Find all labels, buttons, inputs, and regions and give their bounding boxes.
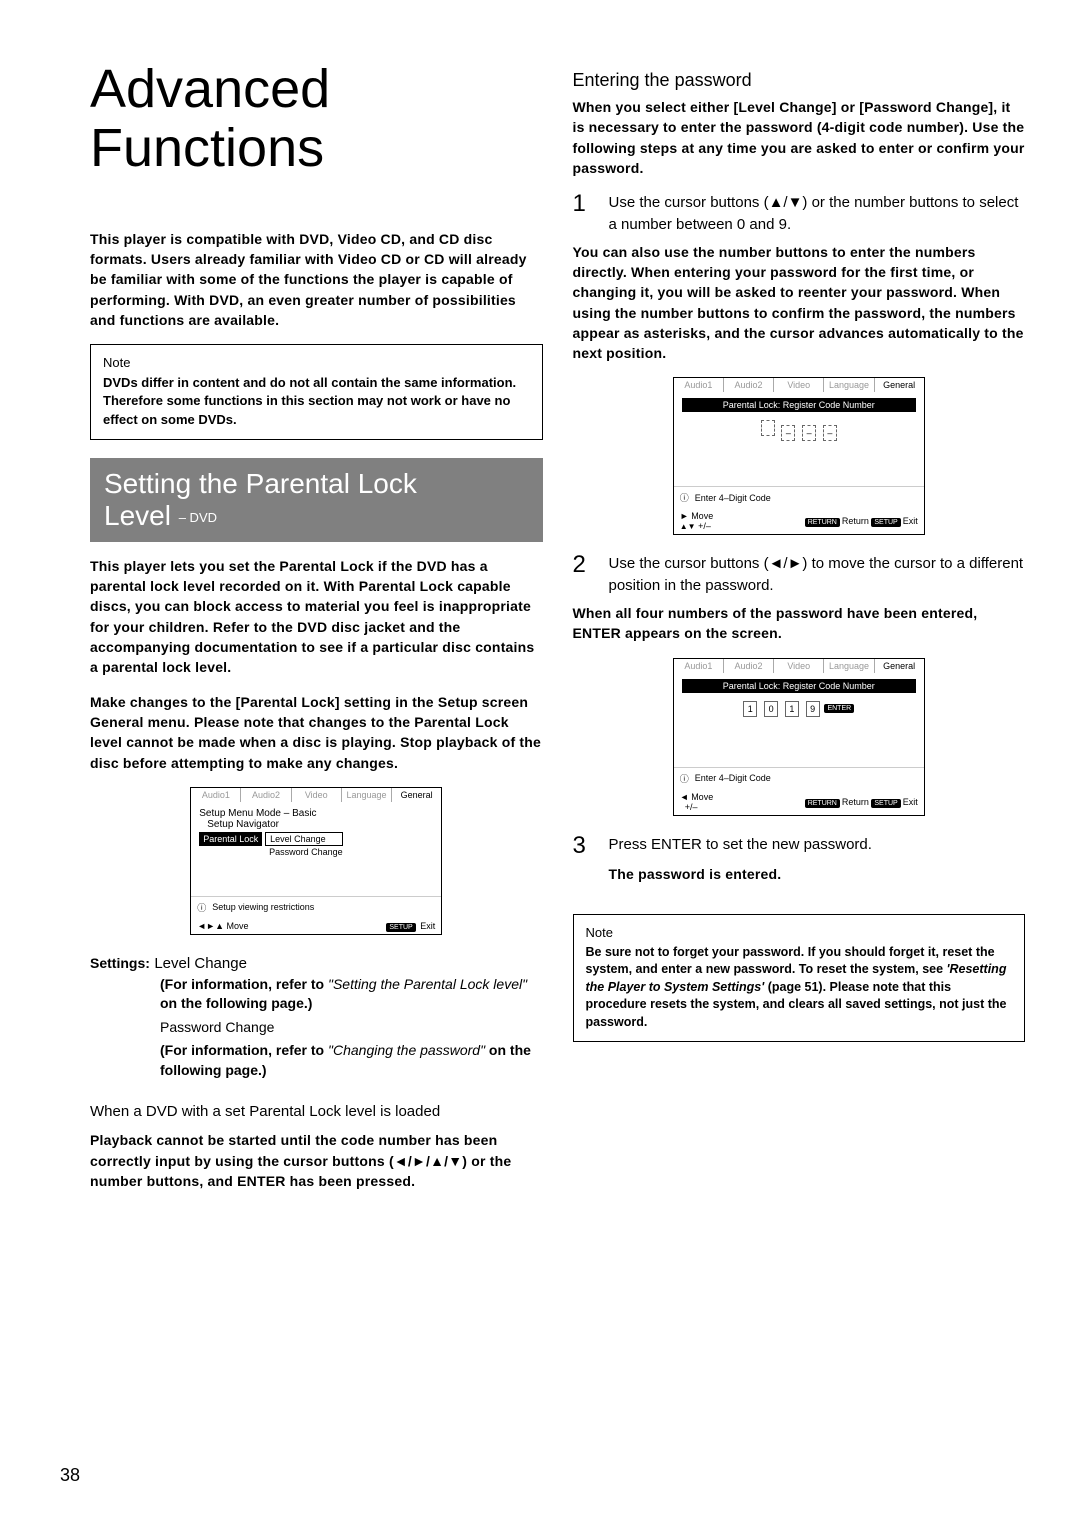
step-3-num: 3 [573,834,595,858]
info-icon: ⓘ [197,901,206,914]
parental-para2: Make changes to the [Parental Lock] sett… [90,692,543,773]
ui-diagram-1: Audio1 Audio2 Video Language General Set… [190,787,442,935]
section-line2b: – DVD [179,510,217,525]
ui1-tab: Video [292,788,342,802]
step-1-body: Use the cursor buttons (▲/▼) or the numb… [609,192,1026,236]
digit-box: – [781,425,795,441]
ui1-exit: Exit [420,921,435,931]
digit-box [761,420,775,436]
ui2-return-chip: RETURN [805,518,840,527]
step-2-num: 2 [573,553,595,577]
info-icon: ⓘ [680,772,689,785]
right-intro: When you select either [Level Change] or… [573,97,1026,178]
arrow-icon: ► [680,511,689,521]
ui2-tab: Language [824,378,874,392]
ui2-tab: Video [774,378,824,392]
page-title: Advanced Functions [90,60,543,179]
ui3-tab: Video [774,659,824,673]
arrow-icons: ◄►▲ [197,921,224,931]
ui2-tab: Audio1 [674,378,724,392]
note-label: Note [103,355,530,370]
note2-a: Be sure not to forget your password. If … [586,945,995,977]
section-banner: Setting the Parental Lock Level – DVD [90,458,543,542]
ui2-tab-active: General [875,378,924,392]
ui3-enter-chip: ENTER [824,704,854,713]
ui3-bar: Parental Lock: Register Code Number [682,679,916,693]
step-3-body: Press ENTER to set the new password. [609,834,1026,856]
ui3-setup-chip: SETUP [871,799,900,808]
section-line1: Setting the Parental Lock [104,468,529,500]
settings-item1-name: Level Change [154,955,247,972]
ui2-info: Enter 4–Digit Code [695,493,771,503]
digit-box: 9 [806,701,820,717]
ui3-tab-active: General [875,659,924,673]
info-icon: ⓘ [680,491,689,504]
settings-heading: Settings: [90,955,150,971]
ui1-move: Move [227,921,249,931]
note-box-1: Note DVDs differ in content and do not a… [90,344,543,440]
note-box-2: Note Be sure not to forget your password… [573,914,1026,1043]
digit-box: 0 [764,701,778,717]
ui3-tab: Audio1 [674,659,724,673]
section-line2a: Level [104,500,171,531]
ui3-tab: Audio2 [724,659,774,673]
step-1-num: 1 [573,192,595,216]
ui2-tab: Audio2 [724,378,774,392]
ui3-tab: Language [824,659,874,673]
ui3-exit: Exit [903,797,918,807]
ui2-bar: Parental Lock: Register Code Number [682,398,916,412]
updown-icon: ▲▼ [680,522,696,531]
settings-i1-c: on the following page.) [160,995,312,1011]
ui2-exit: Exit [903,516,918,526]
ui1-info: Setup viewing restrictions [212,902,314,912]
ui1-parental-lock: Parental Lock [199,832,262,846]
loaded-heading: When a DVD with a set Parental Lock leve… [90,1101,543,1123]
ui3-return-chip: RETURN [805,799,840,808]
settings-i2-b: "Changing the password" [328,1042,485,1058]
step-2-note: When all four numbers of the password ha… [573,603,1026,644]
ui3-move: Move [691,792,713,802]
note2-label: Note [586,925,1013,940]
step-2-body: Use the cursor buttons (◄/►) to move the… [609,553,1026,597]
settings-i1-b: "Setting the Parental Lock level" [328,976,527,992]
arrow-icon: ◄ [680,792,689,802]
digit-box: 1 [743,701,757,717]
step-1-note: You can also use the number buttons to e… [573,242,1026,364]
intro-paragraph: This player is compatible with DVD, Vide… [90,229,543,330]
ui2-move: Move [691,511,713,521]
ui1-tab: Audio1 [191,788,241,802]
settings-item2-name: Password Change [160,1018,543,1038]
ui3-info: Enter 4–Digit Code [695,773,771,783]
ui2-pm: +/– [698,521,711,531]
digit-box: – [802,425,816,441]
ui1-row1: Setup Menu Mode – Basic [199,808,433,819]
ui3-pm: +/– [685,802,698,812]
digit-box: – [823,425,837,441]
ui1-row2: Setup Navigator [207,819,433,830]
settings-i2-a: (For information, refer to [160,1042,328,1058]
ui1-password-change: Password Change [265,847,343,857]
ui1-tab-active: General [392,788,441,802]
settings-i1-a: (For information, refer to [160,976,328,992]
ui2-setup-chip: SETUP [871,518,900,527]
loaded-para: Playback cannot be started until the cod… [90,1130,543,1191]
note-text: DVDs differ in content and do not all co… [103,374,530,429]
ui-diagram-3: Audio1 Audio2 Video Language General Par… [673,658,925,816]
ui2-return: Return [842,516,869,526]
page-number: 38 [60,1465,80,1486]
ui3-return: Return [842,797,869,807]
ui1-tab: Language [342,788,392,802]
step-3-note: The password is entered. [609,864,1026,884]
ui1-setup-chip: SETUP [386,923,415,932]
right-heading: Entering the password [573,70,1026,91]
ui1-level-change: Level Change [265,832,343,846]
parental-para1: This player lets you set the Parental Lo… [90,556,543,678]
digit-box: 1 [785,701,799,717]
ui1-tab: Audio2 [241,788,291,802]
ui-diagram-2: Audio1 Audio2 Video Language General Par… [673,377,925,535]
